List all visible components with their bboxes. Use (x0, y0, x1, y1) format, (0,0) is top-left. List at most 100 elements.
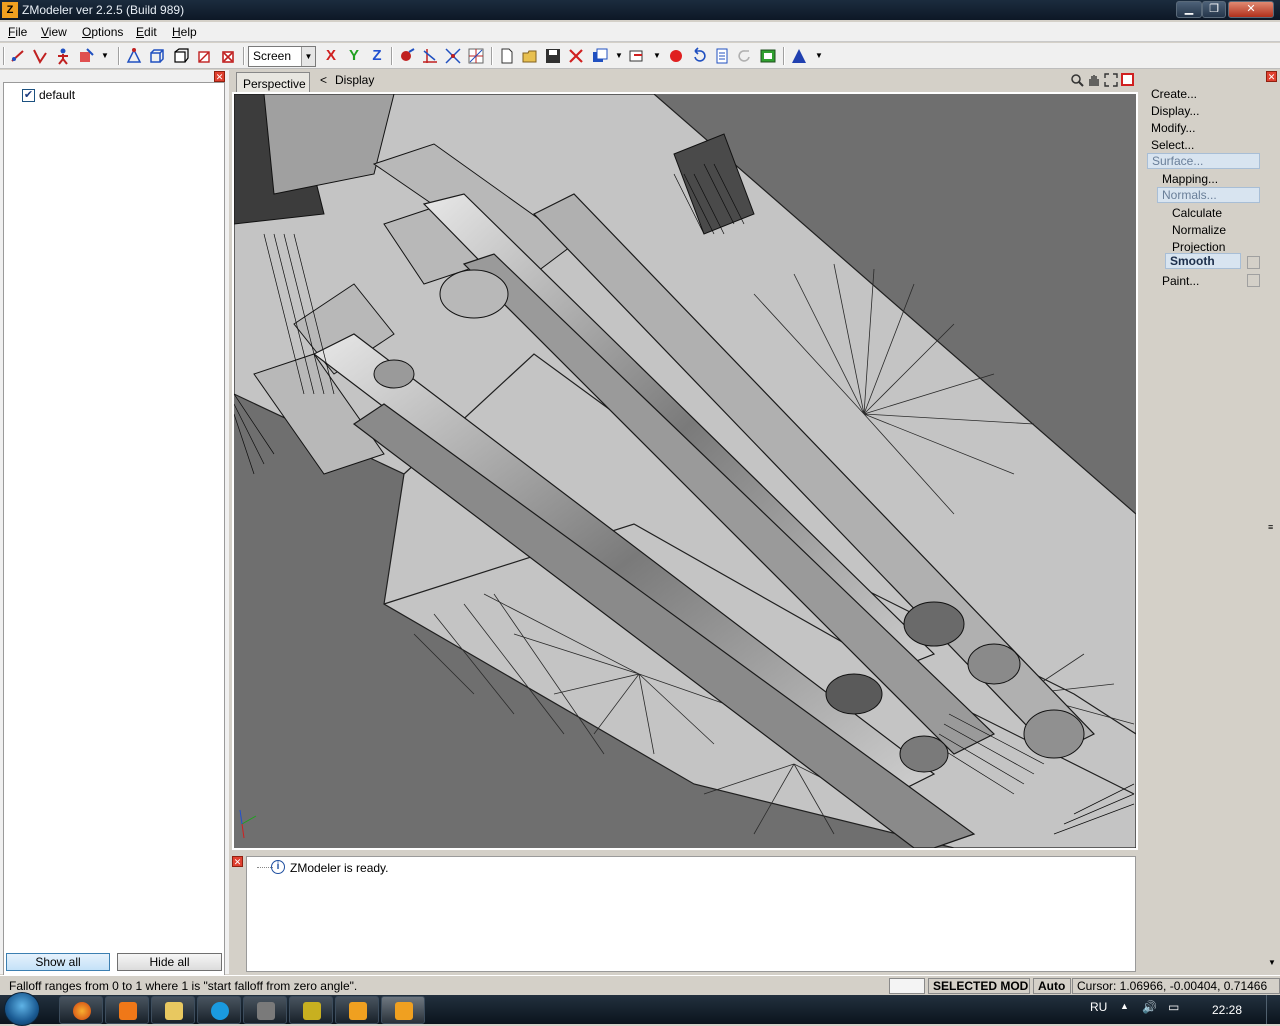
paint-options-box[interactable] (1247, 274, 1260, 287)
axis-z-toggle[interactable]: Z (368, 47, 386, 65)
command-normalize[interactable]: Normalize (1172, 223, 1226, 237)
zmodeler-icon (349, 1002, 367, 1020)
menu-help[interactable]: Help (172, 25, 197, 39)
pan-hand-icon[interactable] (1087, 73, 1101, 87)
command-mapping[interactable]: Mapping... (1162, 172, 1218, 186)
language-indicator[interactable]: RU (1090, 1000, 1107, 1014)
chevron-down-icon[interactable]: ▼ (301, 47, 315, 66)
maximize-button[interactable]: ❐ (1202, 1, 1226, 18)
command-panel-scrollbar[interactable]: ≡ ▼ (1265, 86, 1280, 972)
taskbar-explorer[interactable] (151, 996, 195, 1024)
hide-all-button[interactable]: Hide all (117, 953, 222, 971)
viewport-active-indicator-icon[interactable] (1121, 73, 1134, 86)
select-edge-icon[interactable] (31, 47, 49, 65)
taskbar-app-6[interactable] (289, 996, 333, 1024)
document-icon[interactable] (713, 47, 731, 65)
network-icon[interactable]: ▭ (1168, 1000, 1179, 1014)
perspective-viewport[interactable] (232, 92, 1138, 850)
log-output: i ZModeler is ready. (246, 856, 1136, 972)
taskbar-skype[interactable] (197, 996, 241, 1024)
taskbar-app-5[interactable] (243, 996, 287, 1024)
display-collapse-icon[interactable]: < (320, 73, 327, 87)
show-all-button[interactable]: Show all (6, 953, 110, 971)
select-figure-icon[interactable] (54, 47, 72, 65)
chevron-down-icon[interactable]: ▼ (101, 51, 109, 60)
box-delete-icon[interactable] (220, 47, 238, 65)
chevron-down-icon[interactable]: ▼ (615, 51, 623, 60)
tab-perspective[interactable]: Perspective (236, 72, 310, 92)
menu-file[interactable]: File (8, 25, 27, 39)
move-icon[interactable] (125, 47, 143, 65)
log-panel: ✕ i ZModeler is ready. (232, 852, 1138, 972)
chevron-down-icon[interactable]: ▼ (815, 51, 823, 60)
menu-view[interactable]: View (41, 25, 67, 39)
command-surface[interactable]: Surface... (1147, 153, 1260, 169)
object-tree: ✔ default (3, 82, 225, 1019)
close-button[interactable]: ✕ (1228, 1, 1274, 18)
chevron-down-icon[interactable]: ▼ (653, 51, 661, 60)
taskbar-zmodeler-2[interactable] (381, 996, 425, 1024)
new-file-icon[interactable] (498, 47, 516, 65)
menu-options[interactable]: Options (82, 25, 123, 39)
coordinate-space-select[interactable]: Screen ▼ (248, 46, 316, 67)
clock[interactable]: 22:28 (1212, 1003, 1242, 1017)
paste-icon[interactable] (628, 47, 646, 65)
axis-y-toggle[interactable]: Y (345, 47, 363, 65)
show-desktop-button[interactable] (1266, 995, 1280, 1024)
tree-item-checkbox[interactable]: ✔ (22, 89, 35, 102)
save-icon[interactable] (544, 47, 562, 65)
delete-icon[interactable] (567, 47, 585, 65)
command-create[interactable]: Create... (1151, 87, 1197, 101)
wireframe-model (234, 94, 1136, 848)
status-mode: SELECTED MODE (928, 978, 1030, 994)
minimize-button[interactable]: ▁ (1176, 1, 1202, 18)
scroll-grip-icon[interactable]: ≡ (1268, 522, 1273, 532)
viewport-display-menu[interactable]: Display (335, 73, 374, 87)
volume-icon[interactable]: 🔊 (1142, 1000, 1157, 1014)
open-folder-icon[interactable] (521, 47, 539, 65)
box-red-icon[interactable] (196, 47, 214, 65)
taskbar: RU ▲ 🔊 ▭ 22:28 (0, 992, 1280, 1026)
shading-icon[interactable] (790, 47, 808, 65)
command-select[interactable]: Select... (1151, 138, 1194, 152)
command-smooth[interactable]: Smooth (1165, 253, 1241, 269)
copy-icon[interactable] (591, 47, 609, 65)
axis-x-toggle[interactable]: X (322, 47, 340, 65)
start-button[interactable] (4, 992, 40, 1026)
menu-edit[interactable]: Edit (136, 25, 157, 39)
command-display[interactable]: Display... (1151, 104, 1199, 118)
window-app-icon (257, 1002, 275, 1020)
select-object-icon[interactable] (77, 47, 95, 65)
cube-icon[interactable] (148, 47, 166, 65)
taskbar-firefox[interactable] (59, 996, 103, 1024)
close-icon[interactable]: ✕ (1266, 71, 1277, 82)
command-projection[interactable]: Projection (1172, 240, 1225, 254)
smooth-options-box[interactable] (1247, 256, 1260, 269)
close-icon[interactable]: ✕ (232, 856, 243, 867)
redo-icon[interactable] (736, 47, 754, 65)
taskbar-zmodeler-1[interactable] (335, 996, 379, 1024)
taskbar-media-player[interactable] (105, 996, 149, 1024)
axis-gizmo-icon[interactable] (421, 47, 439, 65)
select-vertex-icon[interactable] (9, 47, 27, 65)
tray-expand-icon[interactable]: ▲ (1120, 1001, 1129, 1011)
cross-axis-icon[interactable] (444, 47, 462, 65)
maximize-viewport-icon[interactable] (1104, 73, 1118, 87)
scroll-down-icon[interactable]: ▼ (1268, 958, 1276, 967)
close-icon[interactable]: ✕ (214, 71, 225, 82)
window-title: ZModeler ver 2.2.5 (Build 989) (22, 3, 185, 17)
grid-snap-icon[interactable] (467, 47, 485, 65)
zoom-icon[interactable] (1070, 73, 1084, 87)
object-tree-panel: ✕ ✔ default Show all Hide all (0, 70, 229, 1019)
record-icon[interactable] (667, 47, 685, 65)
command-normals[interactable]: Normals... (1157, 187, 1260, 203)
zmodeler-app-icon[interactable]: Z (2, 2, 18, 18)
paint-icon[interactable] (398, 47, 416, 65)
folder-icon (165, 1002, 183, 1020)
undo-icon[interactable] (690, 47, 708, 65)
command-calculate[interactable]: Calculate (1172, 206, 1222, 220)
command-paint[interactable]: Paint... (1162, 274, 1199, 288)
command-modify[interactable]: Modify... (1151, 121, 1195, 135)
box-icon[interactable] (172, 47, 190, 65)
export-icon[interactable] (759, 47, 777, 65)
